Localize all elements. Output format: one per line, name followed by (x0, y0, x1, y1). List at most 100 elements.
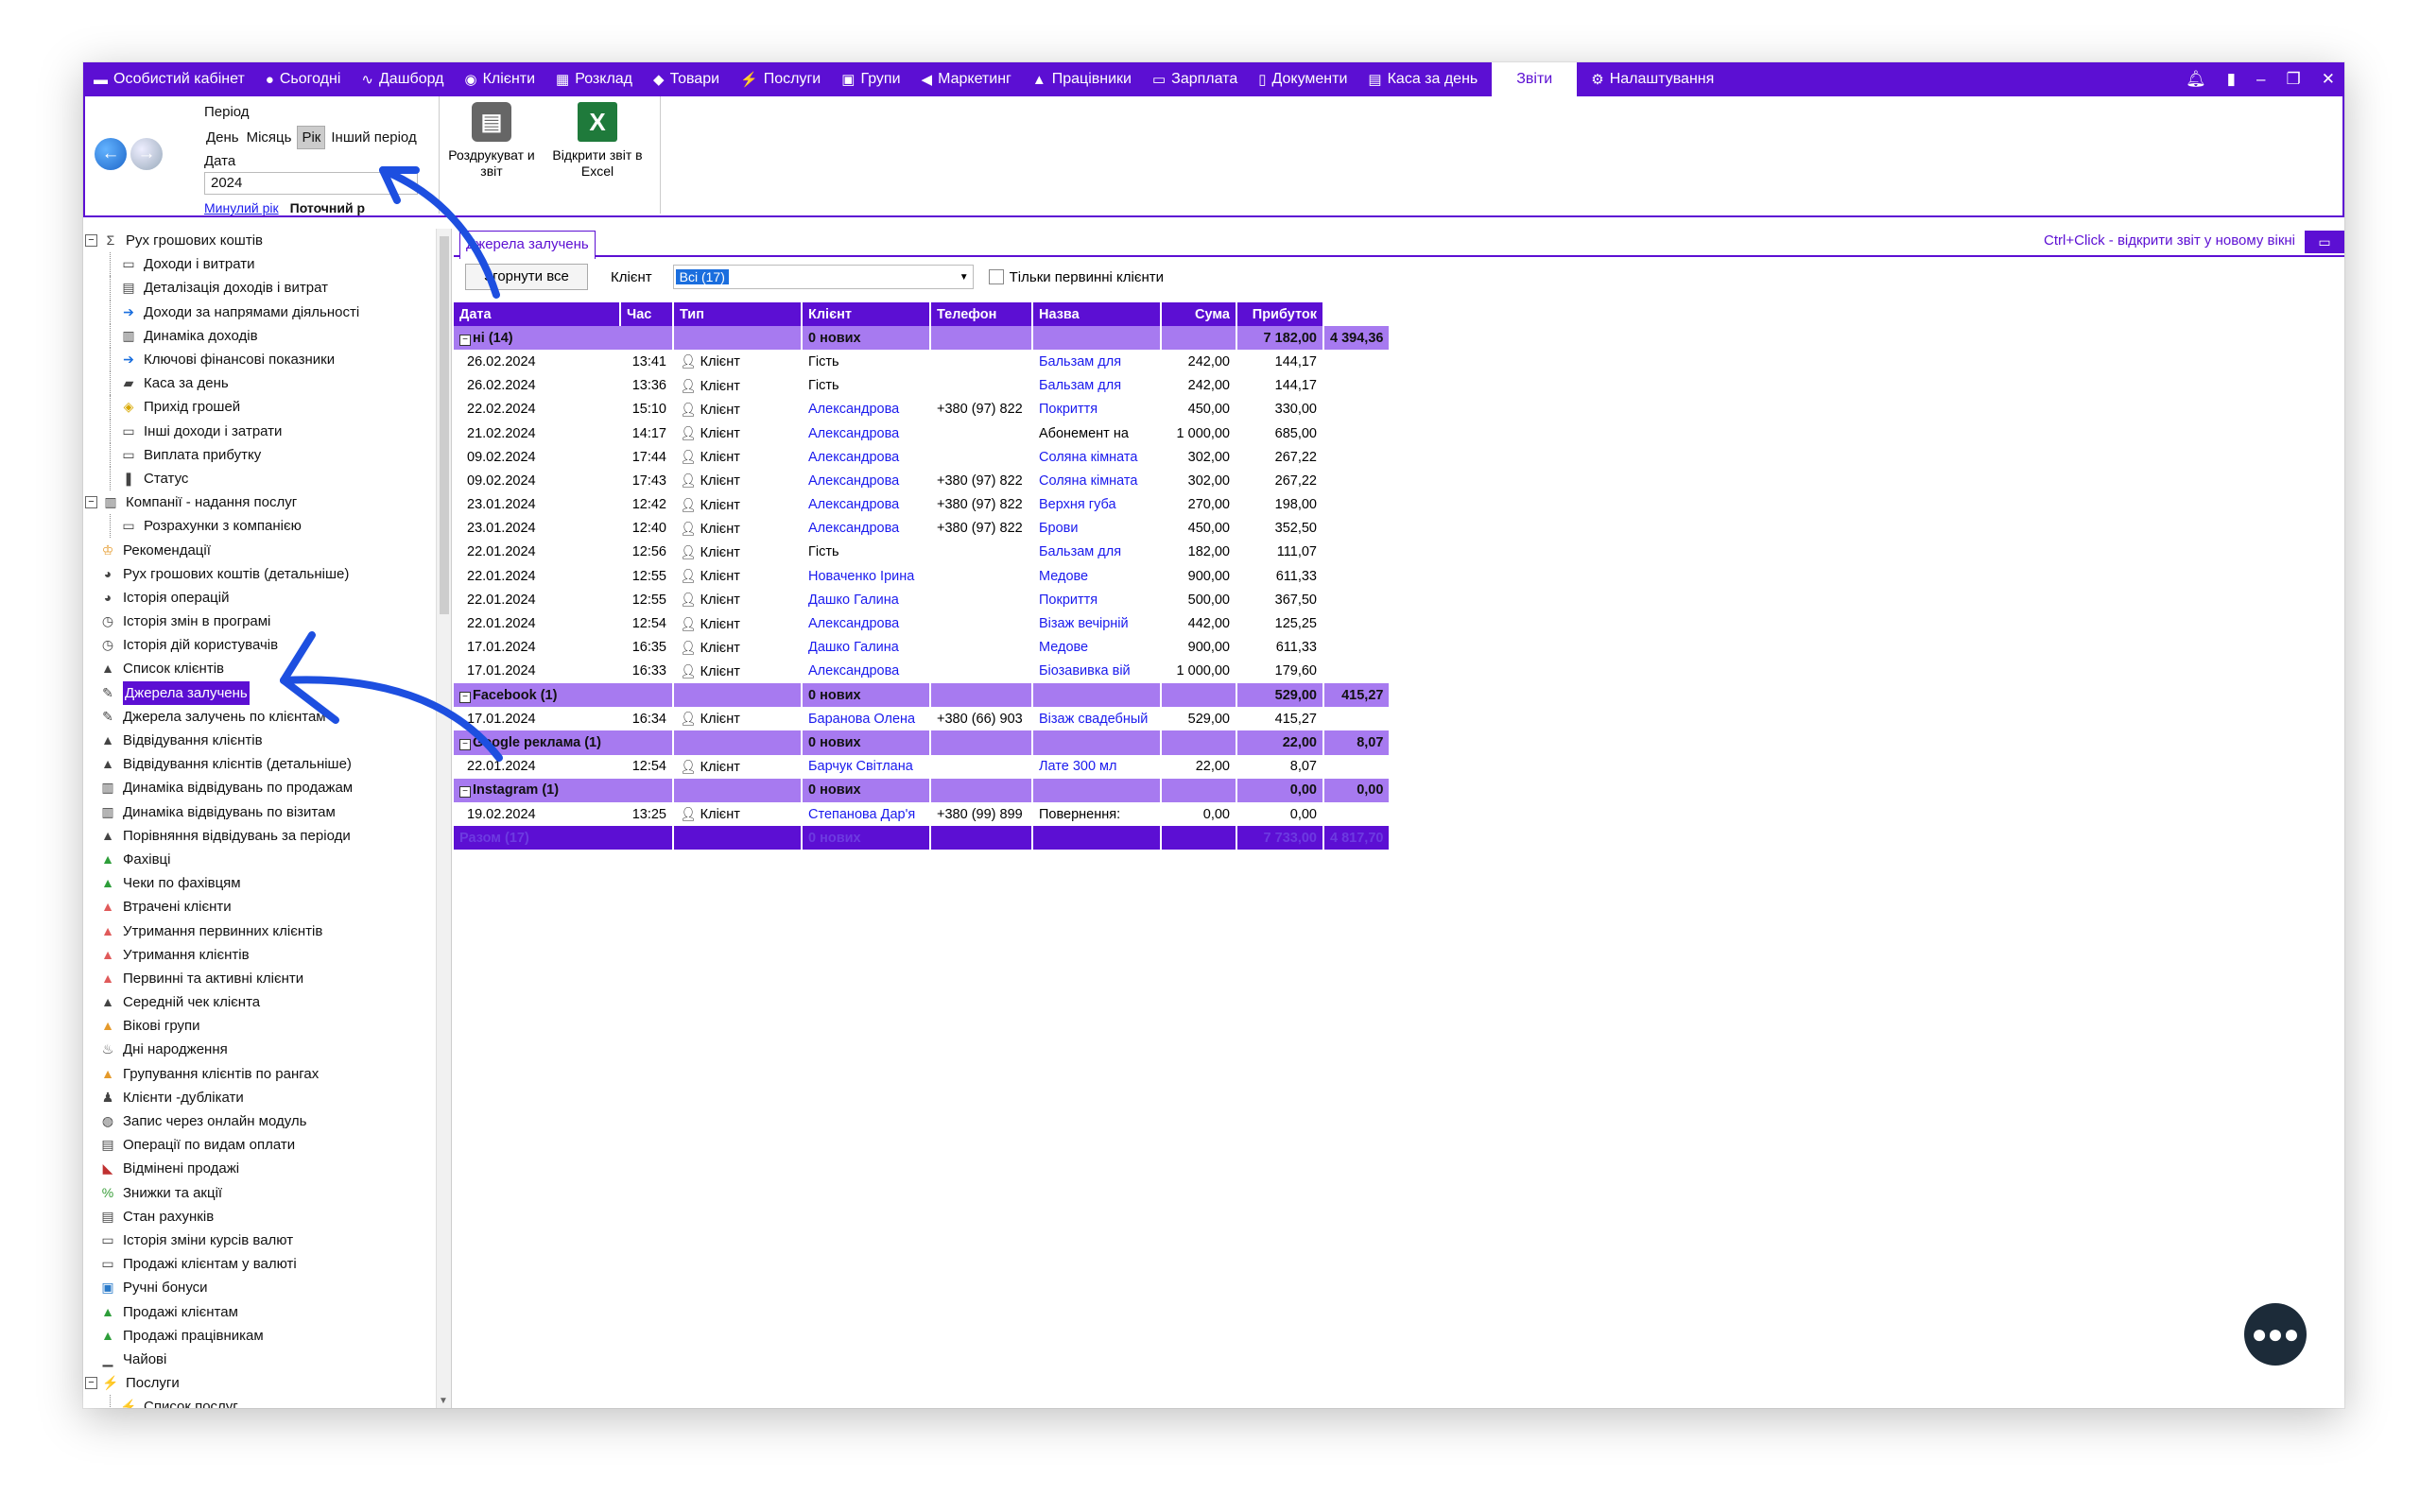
table-row[interactable]: 17.01.2024 16:35 👤︎ Клієнт Дашко Галина Медо… (454, 635, 1390, 660)
menu-gear-14[interactable]: ⚙ Налаштування (1581, 62, 1724, 96)
menu-cabinet-0[interactable]: ▬ Особистий кабінет (83, 62, 255, 96)
name-cell[interactable]: Соляна кімната (1032, 469, 1162, 493)
tree-item-1[interactable]: ▭ Доходи і витрати (83, 252, 451, 277)
menu-group-7[interactable]: ▣ Групи (831, 62, 910, 96)
period-option-1[interactable]: Місяць (245, 126, 294, 149)
name-cell[interactable]: Покриття (1032, 588, 1162, 612)
table-row[interactable]: 22.01.2024 12:54 👤︎ Клієнт Барчук Світлана Л… (454, 754, 1390, 779)
tree-item-16[interactable]: ◷ Історія змін в програмі (83, 610, 451, 633)
tree-item-22[interactable]: ▲ Відвідування клієнтів (детальніше) (83, 752, 451, 776)
group-name-cell[interactable]: − Google реклама (1) (454, 730, 674, 755)
client-cell[interactable]: Александрова (802, 516, 931, 541)
tree-item-48[interactable]: − ⚡ Послуги (83, 1371, 451, 1395)
client-cell[interactable]: Александрова (802, 611, 931, 636)
column-header-7[interactable]: Прибуток (1236, 302, 1324, 327)
minimize-icon[interactable]: – (2256, 70, 2265, 89)
column-header-0[interactable]: Дата (454, 302, 621, 327)
tree-scroll-thumb[interactable] (440, 236, 449, 614)
print-report-button[interactable]: ▤ Роздрукуват и звіт (442, 102, 541, 180)
table-row[interactable]: 21.02.2024 14:17 👤︎ Клієнт Александрова Абон… (454, 421, 1390, 446)
tree-item-29[interactable]: ▲ Утримання первинних клієнтів (83, 919, 451, 942)
tree-item-36[interactable]: ♟ Клієнти -дублікати (83, 1086, 451, 1109)
tree-item-6[interactable]: ▰ Каса за день (83, 371, 451, 396)
tree-item-49[interactable]: ⚡ Список послуг (83, 1395, 451, 1408)
primary-only-checkbox[interactable] (988, 269, 1004, 284)
current-year-link[interactable]: Поточний р (290, 200, 365, 215)
client-cell[interactable]: Александрова (802, 421, 931, 446)
tree-item-37[interactable]: ◍ Запис через онлайн модуль (83, 1109, 451, 1133)
client-cell[interactable]: Дашко Галина (802, 588, 931, 612)
tree-item-5[interactable]: ➔ Ключові фінансові показники (83, 347, 451, 372)
table-row[interactable]: 22.01.2024 12:54 👤︎ Клієнт Александрова Віза… (454, 611, 1390, 636)
menu-box-5[interactable]: ◆ Товари (643, 62, 730, 96)
tree-item-30[interactable]: ▲ Утримання клієнтів (83, 943, 451, 967)
group-row[interactable]: − Instagram (1) 0 нових 0,00 0,00 (454, 778, 1392, 802)
name-cell[interactable]: Покриття (1032, 397, 1162, 421)
group-collapse-icon[interactable]: − (459, 786, 471, 799)
tree-item-9[interactable]: ▭ Виплата прибутку (83, 442, 451, 467)
menu-person-9[interactable]: ▲ Працівники (1022, 62, 1142, 96)
primary-only-option[interactable]: Тільки первинні клієнти (988, 269, 1164, 285)
group-row[interactable]: − Facebook (1) 0 нових 529,00 415,27 (454, 683, 1392, 708)
tree-item-11[interactable]: − ▥ Компанії - надання послуг (83, 490, 451, 514)
table-row[interactable]: 09.02.2024 17:43 👤︎ Клієнт Александрова +380… (454, 469, 1390, 493)
tree-scrollbar[interactable]: ▼ (436, 229, 451, 1408)
name-cell[interactable]: Лате 300 мл (1032, 754, 1162, 779)
collapse-icon[interactable]: − (85, 1377, 97, 1390)
name-cell[interactable]: Візаж свадебный (1032, 707, 1162, 731)
date-input[interactable]: 2024 (204, 172, 418, 195)
tree-item-2[interactable]: ▤ Деталізація доходів і витрат (83, 276, 451, 301)
tree-item-25[interactable]: ▲ Порівняння відвідувань за періоди (83, 824, 451, 848)
menu-reports-13[interactable]: Звіти (1492, 62, 1578, 96)
name-cell[interactable]: Біозавивка вій (1032, 659, 1162, 683)
tree-item-43[interactable]: ▭ Продажі клієнтам у валюті (83, 1252, 451, 1276)
tree-item-45[interactable]: ▲ Продажі клієнтам (83, 1299, 451, 1323)
tree-item-42[interactable]: ▭ Історія зміни курсів валют (83, 1228, 451, 1252)
menu-megaphone-8[interactable]: ◀ Маркетинг (911, 62, 1022, 96)
column-header-3[interactable]: Клієнт (802, 302, 931, 327)
client-cell[interactable]: Дашко Галина (802, 635, 931, 660)
table-row[interactable]: 26.02.2024 13:41 👤︎ Клієнт Гість Бальзам для… (454, 350, 1390, 374)
table-row[interactable]: 22.01.2024 12:56 👤︎ Клієнт Гість Бальзам для… (454, 540, 1390, 565)
name-cell[interactable]: Бальзам для (1032, 373, 1162, 398)
column-header-5[interactable]: Назва (1032, 302, 1162, 327)
tree-item-3[interactable]: ➔ Доходи за напрямами діяльності (83, 300, 451, 324)
group-collapse-icon[interactable]: − (459, 334, 471, 346)
tree-item-34[interactable]: ♨ Дні народження (83, 1038, 451, 1061)
new-window-icon[interactable]: ▭ (2305, 231, 2344, 253)
menu-document-11[interactable]: ▯ Документи (1248, 62, 1357, 96)
client-cell[interactable]: Барчук Світлана (802, 754, 931, 779)
tree-item-13[interactable]: ♔ Рекомендації (83, 538, 451, 561)
group-name-cell[interactable]: − Instagram (1) (454, 778, 674, 802)
tree-item-35[interactable]: ▲ Групування клієнтів по рангах (83, 1062, 451, 1086)
tree-item-21[interactable]: ▲ Відвідування клієнтів (83, 729, 451, 752)
name-cell[interactable]: Соляна кімната (1032, 445, 1162, 470)
tree-item-41[interactable]: ▤ Стан рахунків (83, 1205, 451, 1228)
tree-item-31[interactable]: ▲ Первинні та активні клієнти (83, 967, 451, 990)
group-collapse-icon[interactable]: − (459, 691, 471, 703)
table-row[interactable]: 17.01.2024 16:34 👤︎ Клієнт Баранова Олена +3… (454, 707, 1390, 731)
tree-item-10[interactable]: ❚ Статус (83, 466, 451, 491)
client-cell[interactable]: Александрова (802, 492, 931, 517)
tree-item-40[interactable]: % Знижки та акції (83, 1181, 451, 1205)
name-cell[interactable]: Медове (1032, 564, 1162, 589)
period-option-2[interactable]: Рік (297, 125, 326, 149)
client-filter-select[interactable]: Всі (17) ▼ (672, 265, 974, 289)
tree-item-19[interactable]: ✎ Джерела залучень (83, 680, 451, 705)
collapse-all-button[interactable]: Згорнути все (465, 264, 588, 290)
tree-item-4[interactable]: ▥ Динаміка доходів (83, 323, 451, 348)
menu-calculator-12[interactable]: ▤ Каса за день (1357, 62, 1488, 96)
table-row[interactable]: 22.01.2024 12:55 👤︎ Клієнт Дашко Галина Покр… (454, 588, 1390, 612)
period-option-0[interactable]: День (204, 126, 241, 149)
tree-item-44[interactable]: ▣ Ручні бонуси (83, 1276, 451, 1299)
column-header-4[interactable]: Телефон (930, 302, 1033, 327)
tree-item-27[interactable]: ▲ Чеки по фахівцям (83, 871, 451, 895)
client-cell[interactable]: Александрова (802, 397, 931, 421)
tree-item-24[interactable]: ▥ Динаміка відвідувань по візитам (83, 800, 451, 824)
tree-item-47[interactable]: ▁ Чайові (83, 1348, 451, 1371)
collapse-icon[interactable]: − (85, 234, 97, 248)
name-cell[interactable]: Бальзам для (1032, 350, 1162, 374)
name-cell[interactable]: Медове (1032, 635, 1162, 660)
back-arrow-icon[interactable]: ← (95, 138, 127, 170)
group-collapse-icon[interactable]: − (459, 738, 471, 750)
